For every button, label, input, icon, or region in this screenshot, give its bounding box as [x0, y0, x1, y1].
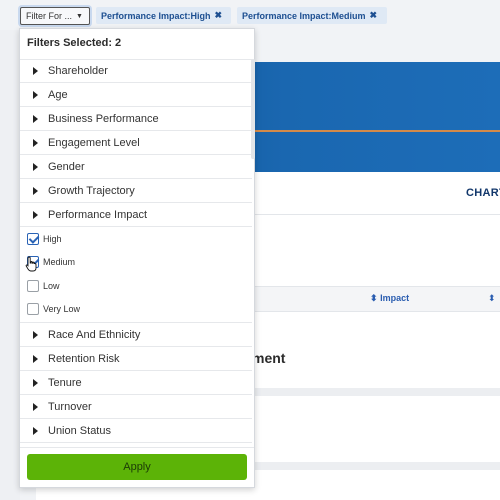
category-growth-trajectory[interactable]: Growth Trajectory: [20, 179, 252, 203]
apply-button[interactable]: Apply: [27, 454, 247, 480]
category-label: Business Performance: [48, 112, 159, 125]
caret-right-icon: [33, 114, 38, 123]
option-low[interactable]: Low: [20, 274, 252, 298]
category-retention-risk[interactable]: Retention Risk: [20, 347, 252, 371]
option-label: High: [43, 233, 62, 244]
category-business-performance[interactable]: Business Performance: [20, 107, 252, 131]
category-shareholder[interactable]: Shareholder: [20, 59, 252, 83]
category-label: Retention Risk: [48, 352, 120, 365]
caret-right-icon: [33, 162, 38, 171]
caret-right-icon: [33, 186, 38, 195]
option-label: Very Low: [43, 304, 81, 315]
filter-for-button[interactable]: Filter For ... ▼: [20, 7, 90, 25]
caret-right-icon: [33, 426, 38, 435]
category-turnover[interactable]: Turnover: [20, 395, 252, 419]
close-icon[interactable]: ✖: [215, 10, 223, 21]
category-engagement-level[interactable]: Engagement Level: [20, 131, 252, 155]
column-header-impact[interactable]: ⬍ Impact: [370, 293, 409, 304]
caret-right-icon: [33, 378, 38, 387]
option-label: Medium: [43, 257, 76, 268]
caret-right-icon: [33, 330, 38, 339]
category-label: Shareholder: [48, 65, 108, 77]
checkbox-very-low[interactable]: [27, 303, 39, 316]
checkbox-low[interactable]: [27, 279, 39, 292]
option-medium[interactable]: Medium: [20, 251, 252, 275]
category-label: Union Status: [48, 424, 111, 437]
category-tenure[interactable]: Tenure: [20, 371, 252, 395]
category-label: Growth Trajectory: [48, 184, 135, 197]
caret-right-icon: [33, 354, 38, 363]
category-label: Turnover: [48, 400, 92, 413]
sort-icon: ⬍: [370, 293, 378, 303]
caret-right-icon: [33, 67, 38, 75]
caret-right-icon: [33, 210, 38, 219]
chip-label: Performance Impact:High: [101, 10, 211, 21]
apply-footer: Apply: [20, 447, 254, 487]
category-label: Gender: [48, 160, 85, 173]
category-performance-impact[interactable]: Performance Impact: [20, 203, 252, 227]
category-label: Engagement Level: [48, 136, 140, 149]
caret-right-icon: [33, 402, 38, 411]
close-icon[interactable]: ✖: [370, 10, 378, 21]
section-heading: ment: [252, 350, 286, 366]
caret-right-icon: [33, 138, 38, 147]
caret-right-icon: [33, 90, 38, 99]
filter-dropdown: Filters Selected: 2 Shareholder Age Busi…: [19, 28, 255, 488]
hand-cursor-icon: [25, 256, 37, 272]
option-label: Low: [43, 280, 60, 291]
category-age[interactable]: Age: [20, 83, 252, 107]
sort-icon[interactable]: ⬍: [488, 293, 496, 304]
category-label: Race And Ethnicity: [48, 328, 141, 341]
caret-down-icon: ▼: [76, 12, 83, 20]
category-gender[interactable]: Gender: [20, 155, 252, 179]
column-header-label: Impact: [380, 293, 410, 303]
category-label: Performance Impact: [48, 208, 148, 221]
chip-label: Performance Impact:Medium: [242, 10, 366, 21]
tab-chart[interactable]: CHART: [466, 187, 500, 199]
option-high[interactable]: High: [20, 227, 252, 251]
side-panel: [0, 30, 20, 500]
filter-category-list: Shareholder Age Business Performance Eng…: [20, 59, 252, 443]
category-label: Age: [48, 88, 68, 101]
category-label: Tenure: [48, 376, 82, 389]
checkbox-high[interactable]: [27, 232, 39, 245]
dropdown-scrollbar[interactable]: [251, 59, 255, 159]
filters-selected-count: Filters Selected: 2: [27, 37, 122, 49]
category-race-and-ethnicity[interactable]: Race And Ethnicity: [20, 323, 252, 347]
filter-button-label: Filter For ...: [26, 11, 73, 21]
option-very-low[interactable]: Very Low: [20, 298, 252, 322]
category-union-status[interactable]: Union Status: [20, 419, 252, 443]
filter-chip-medium[interactable]: Performance Impact:Medium ✖: [237, 7, 387, 24]
filter-chip-high[interactable]: Performance Impact:High ✖: [96, 7, 231, 24]
